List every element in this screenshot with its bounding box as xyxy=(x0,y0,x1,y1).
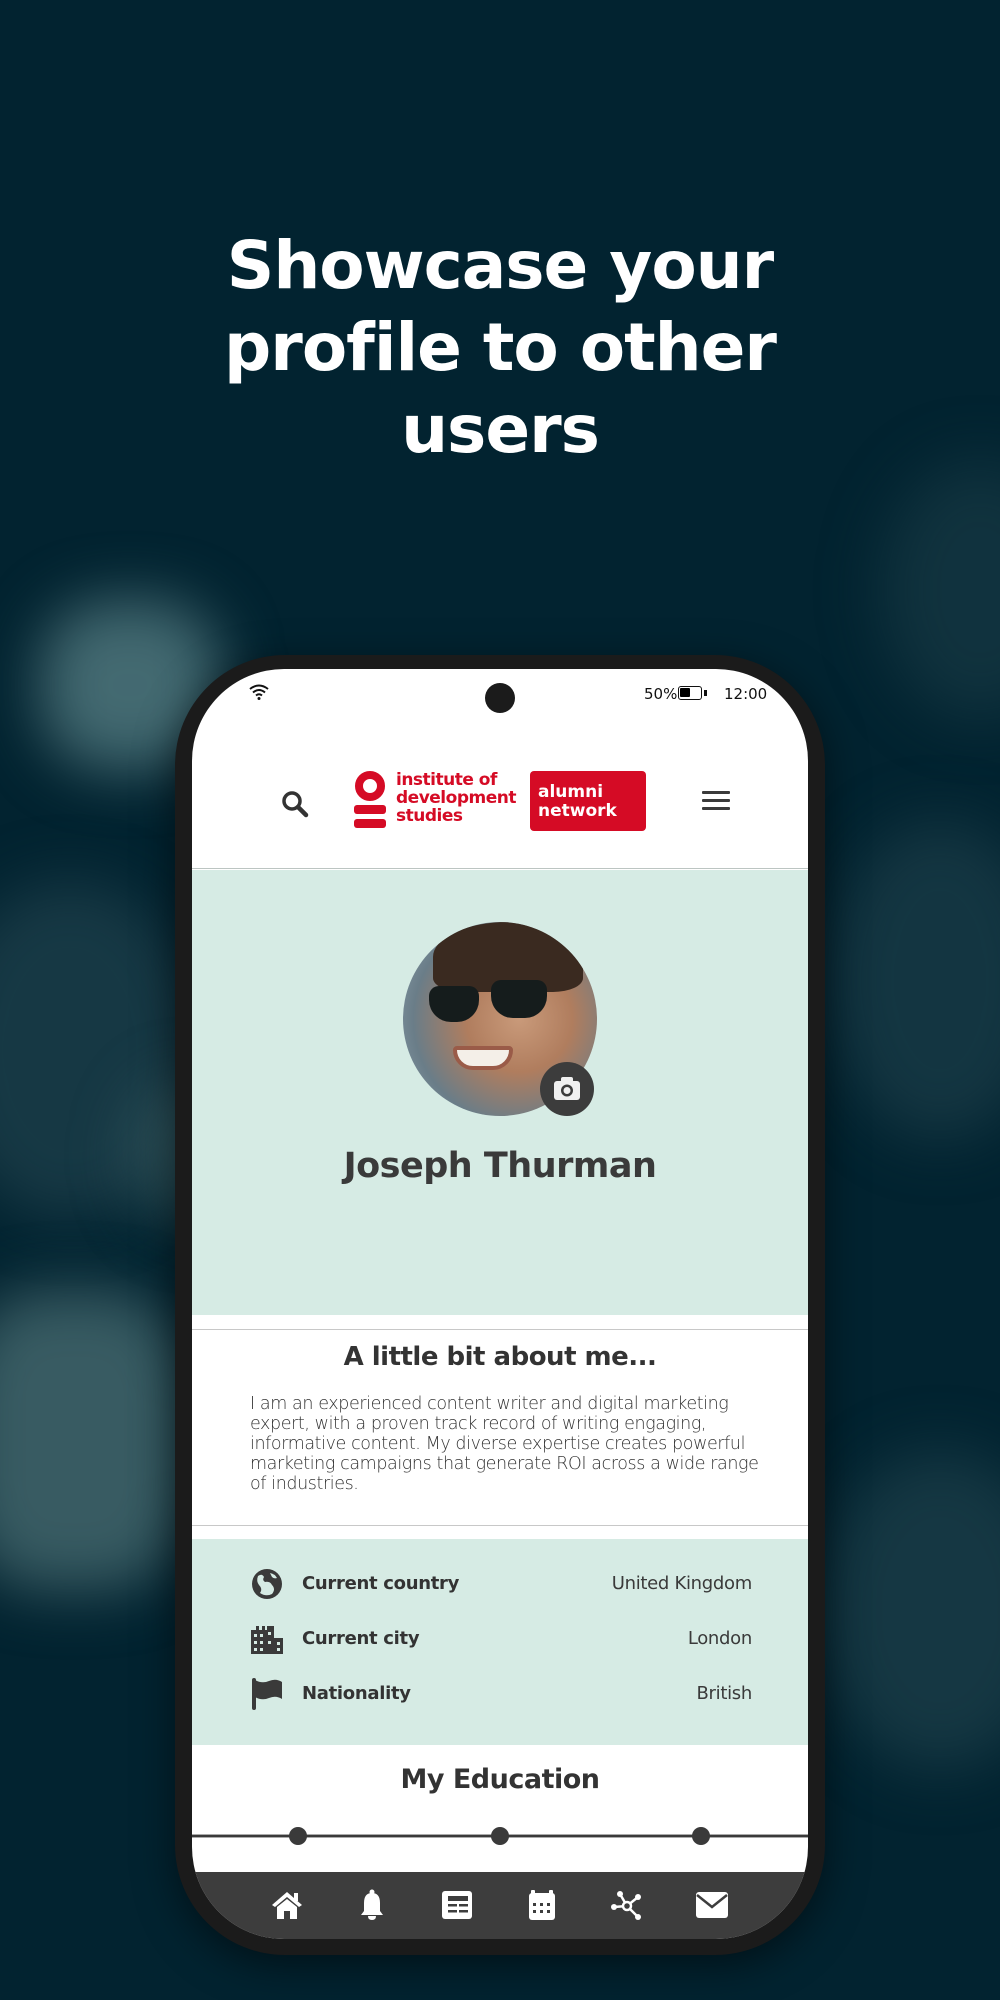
timeline-point[interactable] xyxy=(692,1827,710,1845)
flag-icon xyxy=(252,1678,282,1710)
detail-value: United Kingdom xyxy=(611,1573,753,1594)
background-blur-shape xyxy=(0,1290,190,1590)
mail-icon[interactable] xyxy=(695,1888,729,1922)
menu-bar xyxy=(702,807,730,810)
menu-bar xyxy=(702,799,730,802)
news-icon[interactable] xyxy=(440,1888,474,1922)
background-blur-shape xyxy=(820,1450,1000,1770)
detail-row-nationality: Nationality British xyxy=(250,1675,752,1715)
front-camera xyxy=(485,683,515,713)
background-blur-shape xyxy=(830,820,1000,1140)
background-blur-shape xyxy=(880,460,1000,720)
ids-alumni-logo[interactable]: institute of development studies alumni … xyxy=(352,769,652,835)
detail-value: London xyxy=(687,1628,752,1649)
about-title: A little bit about me... xyxy=(343,1342,657,1372)
logo-text-line: studies xyxy=(396,806,463,826)
home-icon[interactable] xyxy=(270,1888,304,1922)
calendar-icon[interactable] xyxy=(525,1888,559,1922)
logo-text-line: institute of xyxy=(396,770,497,790)
timeline-point[interactable] xyxy=(491,1827,509,1845)
network-icon[interactable] xyxy=(610,1888,644,1922)
profile-name: Joseph Thurman xyxy=(343,1146,657,1186)
logo-institute-text: institute of development studies xyxy=(396,771,516,825)
bottom-navigation xyxy=(192,1872,808,1939)
detail-row-city: Current city London xyxy=(250,1620,752,1660)
bell-icon[interactable] xyxy=(355,1888,389,1922)
city-icon xyxy=(251,1626,283,1654)
detail-row-country: Current country United Kingdom xyxy=(250,1565,752,1605)
battery-icon xyxy=(678,686,707,700)
globe-icon xyxy=(252,1569,282,1599)
profile-hero: Joseph Thurman xyxy=(192,870,808,1315)
education-title: My Education xyxy=(400,1764,600,1795)
avatar-smile xyxy=(453,1046,513,1070)
education-timeline xyxy=(192,1824,808,1848)
phone-frame: 50% 12:00 institute of development studi… xyxy=(175,655,825,1955)
ids-logo-mark xyxy=(354,771,386,828)
camera-icon xyxy=(554,1077,580,1100)
profile-details: Current country United Kingdom Current c… xyxy=(192,1539,808,1745)
logo-text-line: development xyxy=(396,788,516,808)
promo-headline: Showcase your profile to other users xyxy=(0,225,1000,471)
alumni-network-badge: alumni network xyxy=(530,771,646,831)
app-header: institute of development studies alumni … xyxy=(192,729,808,869)
detail-label: Current country xyxy=(302,1573,460,1594)
status-time: 12:00 xyxy=(724,685,768,703)
detail-value: British xyxy=(696,1683,753,1704)
headline-line: Showcase your xyxy=(226,227,774,304)
badge-text-line: alumni xyxy=(538,782,604,802)
headline-line: users xyxy=(401,391,600,468)
change-photo-button[interactable] xyxy=(540,1062,594,1116)
about-section: A little bit about me... I am an experie… xyxy=(192,1329,808,1526)
badge-text-line: network xyxy=(538,801,617,821)
avatar-sunglasses xyxy=(491,980,547,1018)
battery-percent: 50% xyxy=(644,685,678,703)
timeline-point[interactable] xyxy=(289,1827,307,1845)
search-icon[interactable] xyxy=(280,789,310,819)
detail-label: Current city xyxy=(302,1628,420,1649)
hamburger-menu-icon[interactable] xyxy=(702,791,730,813)
wifi-icon xyxy=(249,684,269,700)
status-bar: 50% 12:00 xyxy=(192,669,808,729)
menu-bar xyxy=(702,791,730,794)
about-text: I am an experienced content writer and d… xyxy=(250,1394,759,1494)
detail-label: Nationality xyxy=(302,1683,411,1704)
phone-screen: 50% 12:00 institute of development studi… xyxy=(192,669,808,1939)
headline-line: profile to other xyxy=(224,309,777,386)
avatar-sunglasses xyxy=(429,986,479,1022)
